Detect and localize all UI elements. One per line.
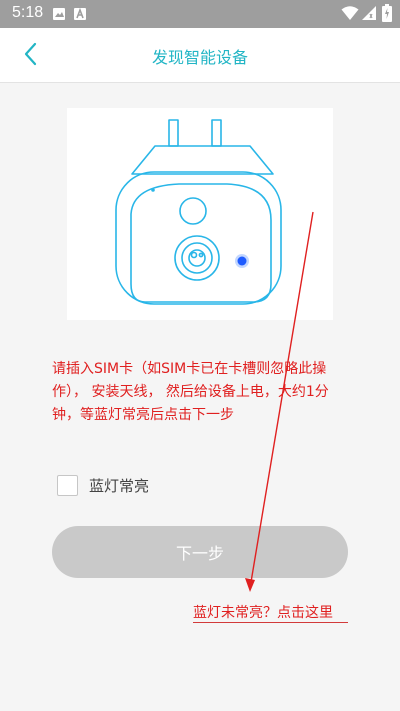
- blue-light-checkbox-row[interactable]: 蓝灯常亮: [57, 473, 149, 497]
- camera-device-illustration: [67, 108, 333, 320]
- help-link-underline: [193, 622, 348, 623]
- checkbox-label: 蓝灯常亮: [89, 476, 150, 495]
- wifi-icon: [341, 5, 359, 25]
- instruction-text: 请插入SIM卡（如SIM卡已在卡槽则忽略此操作）， 安装天线， 然后给设备上电，…: [52, 361, 329, 423]
- battery-icon: [382, 4, 392, 26]
- app-notification-icon: [73, 6, 87, 25]
- next-step-button[interactable]: 下一步: [52, 526, 348, 578]
- help-link[interactable]: 蓝灯未常亮？点击这里: [193, 602, 333, 622]
- status-time: 5:18: [12, 4, 44, 21]
- image-notification-icon: [52, 6, 66, 25]
- status-bar: 5:18: [0, 0, 400, 28]
- app-bar: 发现智能设备: [0, 28, 400, 83]
- cellular-signal-icon: [361, 5, 377, 25]
- blue-light-checkbox[interactable]: [57, 474, 78, 496]
- page-title: 发现智能设备: [151, 48, 248, 67]
